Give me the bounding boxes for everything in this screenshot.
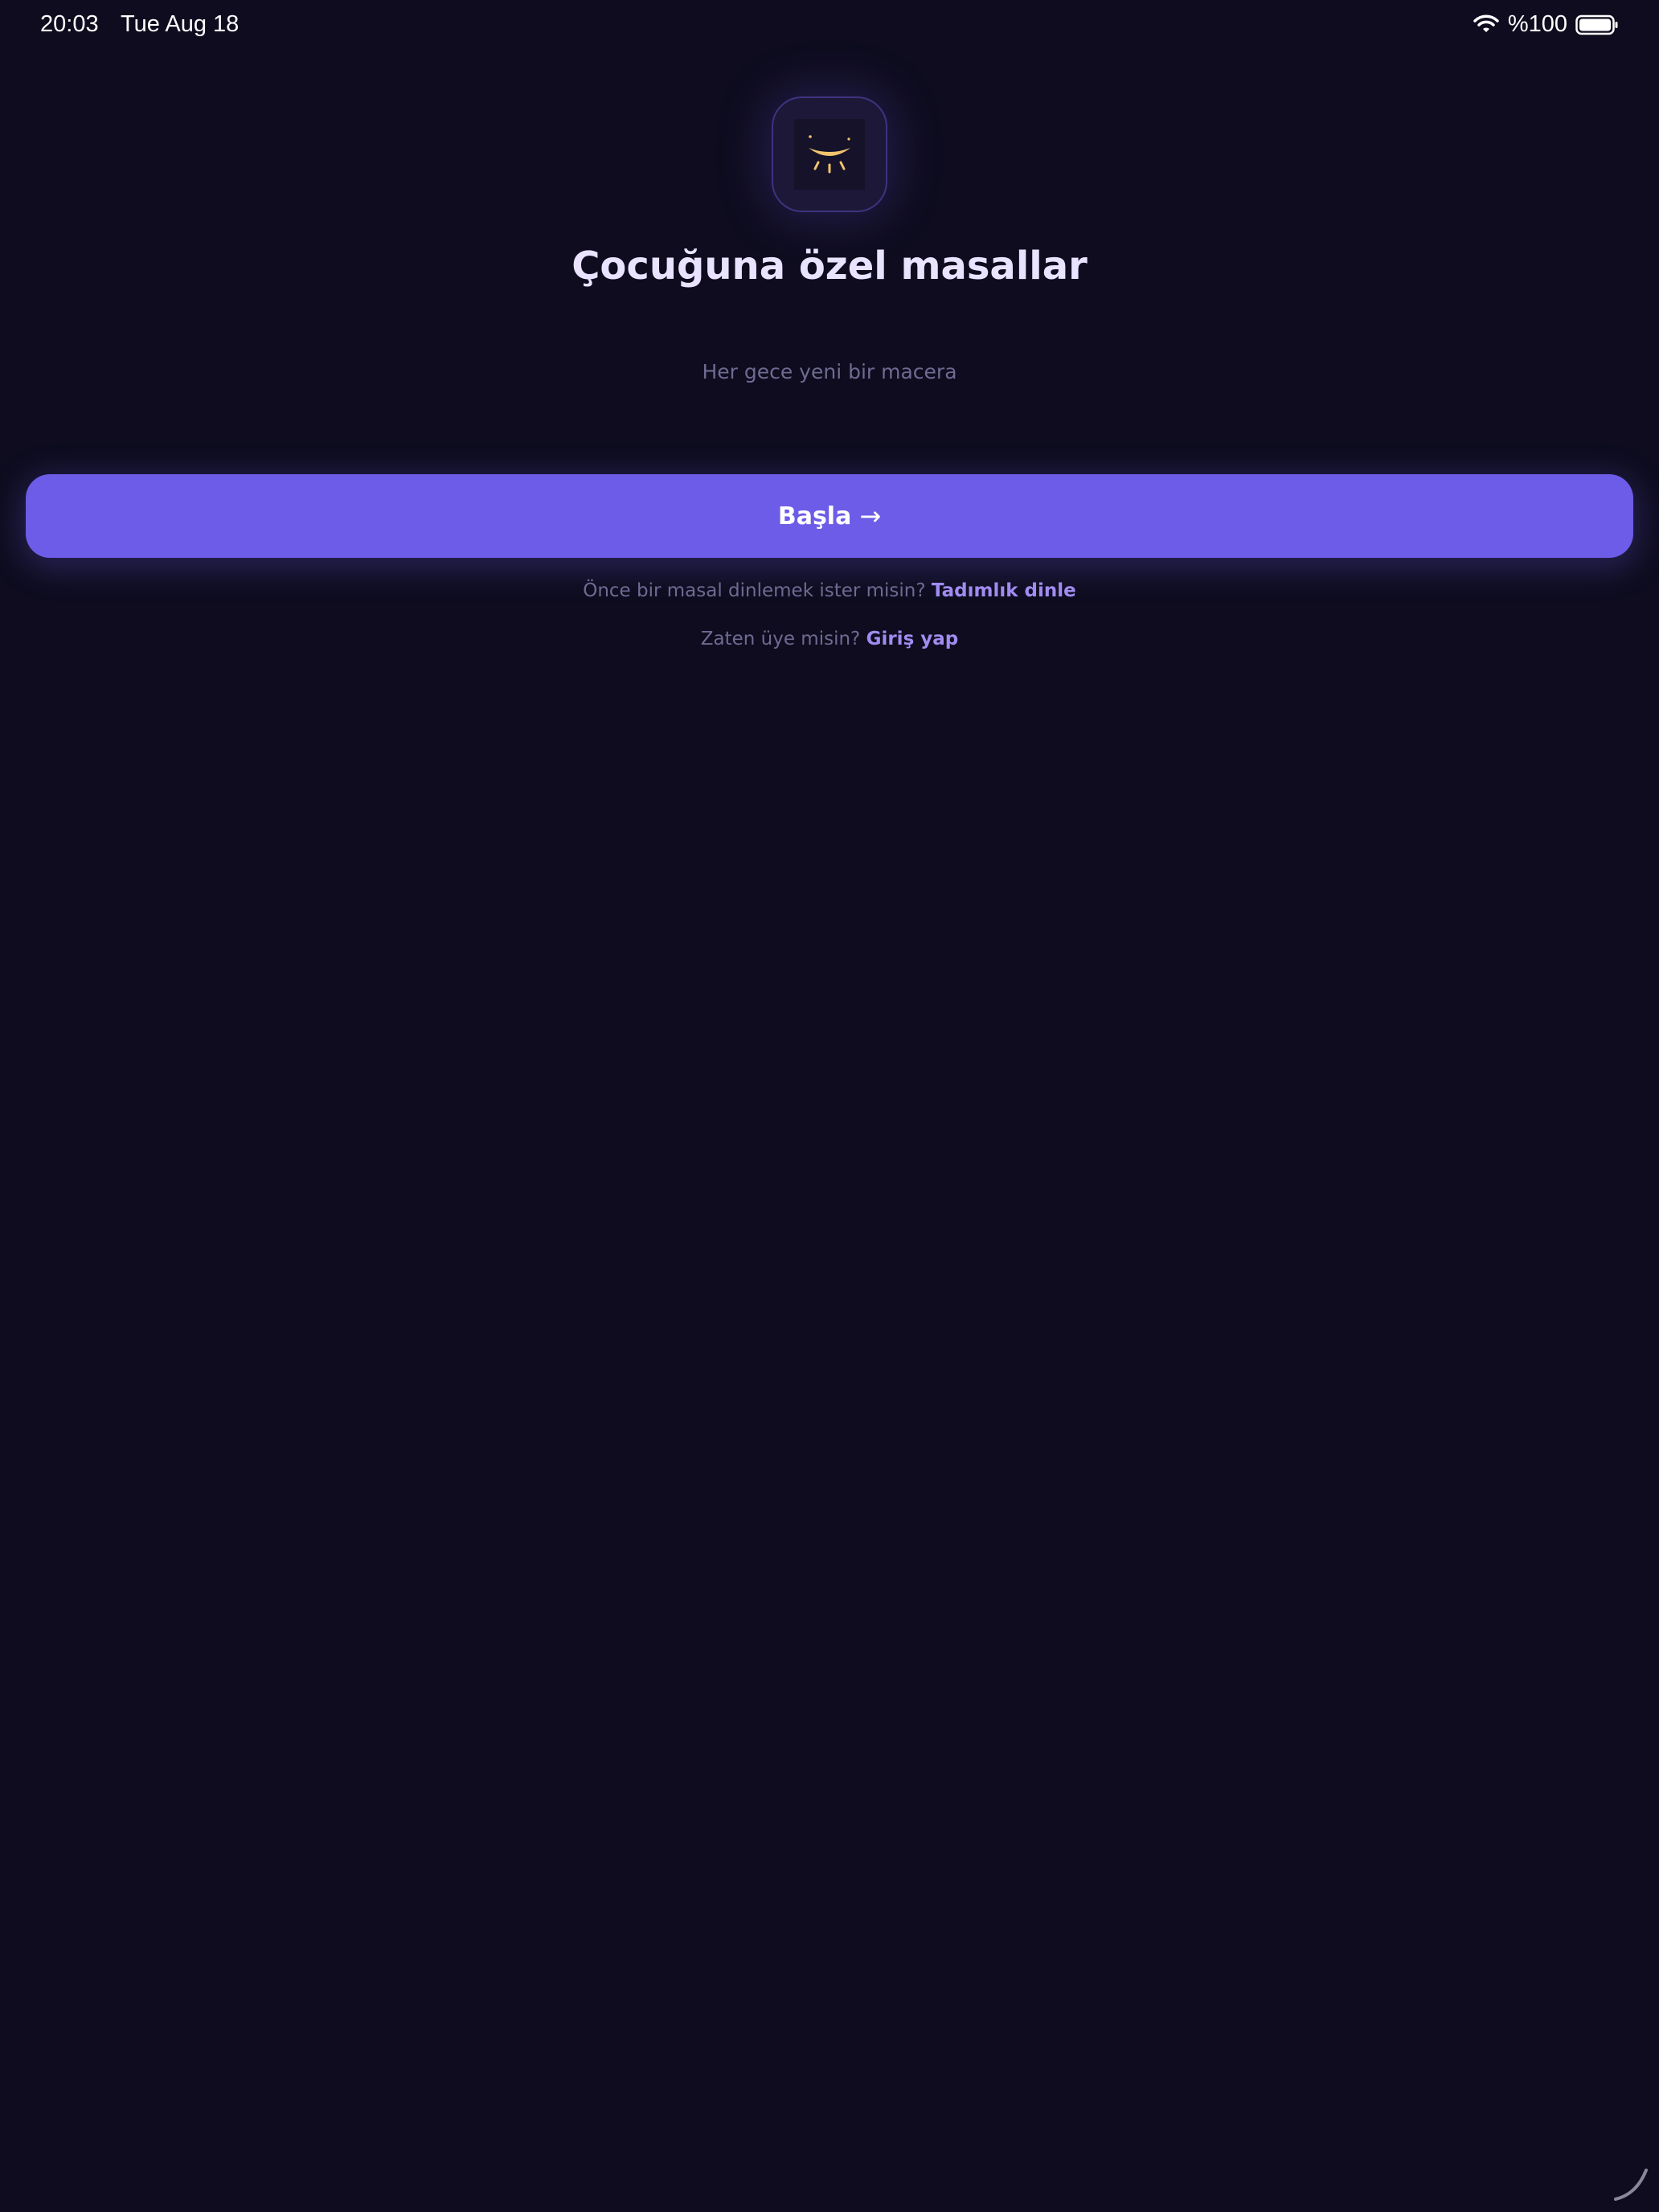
wifi-icon [1473,14,1500,35]
loading-spinner-icon [1609,2162,1653,2206]
preview-prompt: Önce bir masal dinlemek ister misin? Tad… [0,580,1659,601]
page-subtitle: Her gece yeni bir macera [702,360,957,383]
login-link[interactable]: Giriş yap [866,629,959,649]
battery-icon [1575,14,1619,35]
login-prompt-text: Zaten üye misin? [700,629,861,649]
start-button[interactable]: Başla → [26,474,1633,558]
moon-smile-icon [809,135,850,174]
status-indicators: %100 [1473,11,1619,38]
logo-badge [794,119,865,190]
battery-percentage: %100 [1507,11,1567,37]
page-title: Çocuğuna özel masallar [571,244,1088,289]
listen-sample-link[interactable]: Tadımlık dinle [932,580,1076,601]
status-bar: 20:03 Tue Aug 18 %100 [0,0,1659,51]
status-date: Tue Aug 18 [121,11,240,37]
arrow-right-icon: → [859,501,882,531]
app-logo [772,96,887,212]
preview-prompt-text: Önce bir masal dinlemek ister misin? [583,580,926,601]
login-prompt: Zaten üye misin? Giriş yap [0,629,1659,649]
start-button-label: Başla [777,502,852,530]
status-time: 20:03 [40,11,99,37]
